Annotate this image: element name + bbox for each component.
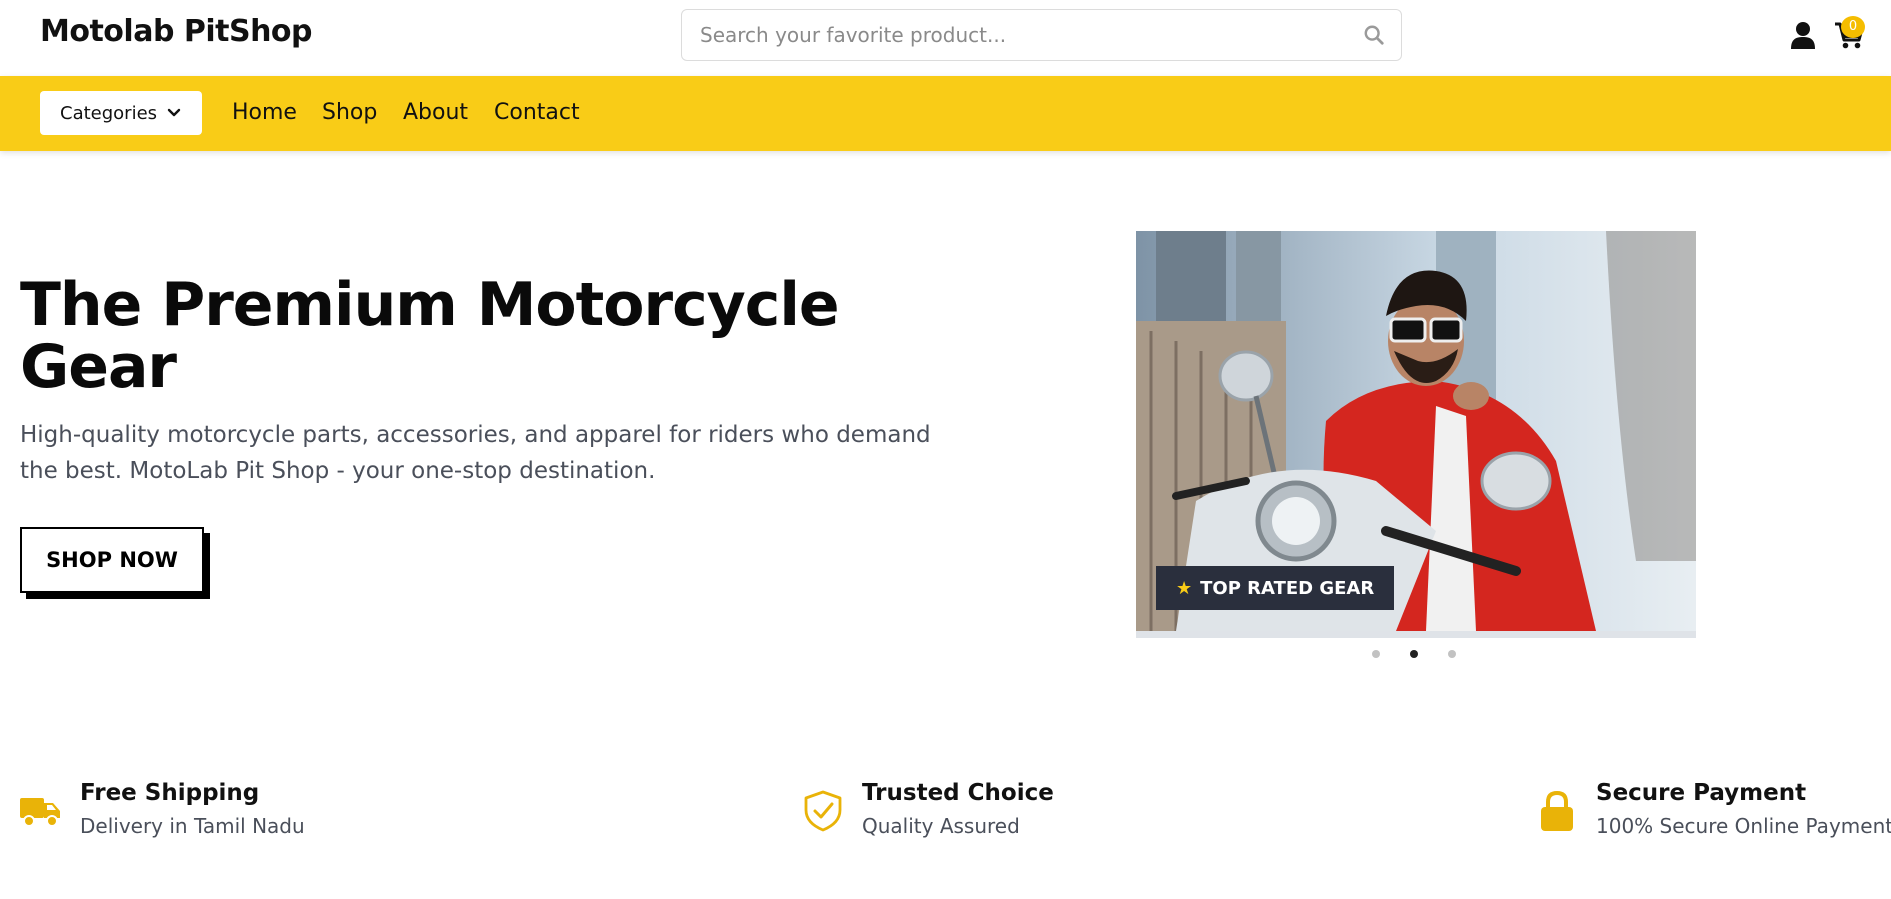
hero-description: High-quality motorcycle parts, accessori… [20,422,931,484]
hero-title: The Premium Motorcycle Gear [20,270,840,402]
site-header: Motolab PitShop 0 [0,0,1891,76]
user-icon[interactable] [1790,21,1816,49]
feature-title: Free Shipping [80,780,260,806]
categories-label: Categories [60,102,158,124]
carousel-dot[interactable] [1372,650,1380,658]
search-input[interactable] [700,10,1340,60]
main-nav: Categories Home Shop About Contact [0,76,1891,151]
hero-carousel[interactable]: ★ TOP RATED GEAR [1136,231,1696,638]
feature-title: Trusted Choice [862,780,1054,806]
carousel-dot-active[interactable] [1410,650,1418,658]
carousel-dot[interactable] [1448,650,1456,658]
site-logo[interactable]: Motolab PitShop [40,14,313,49]
cart-count-badge: 0 [1841,16,1865,38]
feature-subtitle: Delivery in Tamil Nadu [80,814,305,838]
nav-link-contact[interactable]: Contact [494,100,580,125]
nav-link-home[interactable]: Home [232,100,297,125]
shop-now-button[interactable]: SHOP NOW [20,527,204,593]
chevron-down-icon [167,108,181,117]
search-box[interactable] [681,9,1402,61]
truck-icon [20,798,60,827]
slide-badge: ★ TOP RATED GEAR [1156,566,1395,610]
carousel-dots [1372,650,1456,658]
nav-link-shop[interactable]: Shop [322,100,377,125]
feature-subtitle: Quality Assured [862,814,1020,838]
feature-title: Secure Payment [1596,780,1807,806]
shield-check-icon [804,790,842,832]
feature-subtitle: 100% Secure Online Payment [1596,814,1891,838]
categories-dropdown[interactable]: Categories [40,91,202,135]
slide-badge-label: TOP RATED GEAR [1200,577,1375,599]
shop-now-button-wrap: SHOP NOW [20,527,210,599]
search-icon[interactable] [1363,24,1385,46]
nav-link-about[interactable]: About [403,100,468,125]
star-icon: ★ [1176,577,1193,599]
lock-icon [1541,790,1573,831]
